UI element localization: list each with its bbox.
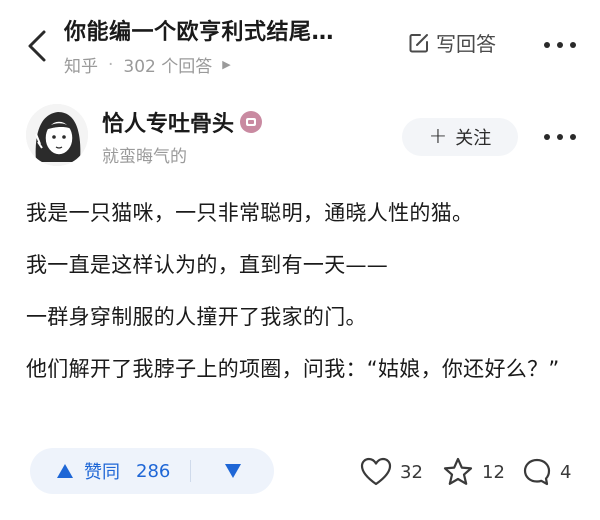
like-count: 32 [400,461,423,483]
heart-icon [360,457,392,486]
upvote-count: 286 [136,460,171,482]
chevron-left-icon [28,30,46,62]
avatar-illustration-icon [26,104,88,166]
answer-paragraph: 一群身穿制服的人撞开了我家的门。 [26,305,367,329]
write-answer-label: 写回答 [436,32,496,56]
vote-bar: 赞同 286 [30,448,274,494]
play-triangle-icon: ▶ [222,58,231,71]
plus-icon: + [428,124,448,149]
comment-button[interactable]: 4 [522,452,571,492]
upvote-button[interactable]: 赞同 286 [30,448,170,494]
more-horizontal-icon [544,42,576,48]
answer-content: 我是一只猫咪，一只非常聪明，通晓人性的猫。 我一直是这样认为的，直到有一天—— … [26,196,586,404]
question-header: 你能编一个欧亨利式结尾… 知乎 · 302 个回答 ▶ 写回答 [0,0,600,88]
author-name[interactable]: 恰人专吐骨头 [102,106,263,138]
comment-icon [523,458,551,486]
answer-count[interactable]: 302 个回答 [123,52,212,77]
triangle-down-icon [224,464,241,478]
upvote-label: 赞同 [84,462,120,483]
author-more-button[interactable] [540,124,580,150]
like-button[interactable]: 32 [360,452,423,492]
answer-paragraph: 他们解开了我脖子上的项圈，问我：“姑娘，你还好么？” [26,357,560,381]
edit-icon [409,33,428,52]
question-title[interactable]: 你能编一个欧亨利式结尾… [64,14,334,46]
favorite-button[interactable]: 12 [442,452,505,492]
comment-count: 4 [560,461,572,483]
answer-paragraph: 我一直是这样认为的，直到有一天—— [26,253,389,277]
avatar[interactable] [26,104,88,166]
meta-separator: · [108,54,114,75]
source-label: 知乎 [64,57,98,77]
more-horizontal-icon [544,134,576,140]
triangle-up-icon [57,464,73,478]
more-options-button[interactable] [540,30,580,60]
favorite-count: 12 [482,461,505,483]
star-icon [443,457,473,485]
creator-badge-icon [240,111,263,133]
question-meta: 知乎 · 302 个回答 ▶ [64,52,231,78]
write-answer-button[interactable]: 写回答 [408,28,496,57]
follow-button[interactable]: + 关注 [402,118,518,156]
answer-paragraph: 我是一只猫咪，一只非常聪明，通晓人性的猫。 [26,201,474,225]
back-button[interactable] [22,26,52,66]
author-row: 恰人专吐骨头 就蛮晦气的 + 关注 [0,96,600,176]
author-name-text: 恰人专吐骨头 [102,112,235,137]
follow-label: 关注 [455,128,492,149]
downvote-button[interactable] [191,448,274,494]
author-bio: 就蛮晦气的 [102,147,187,167]
